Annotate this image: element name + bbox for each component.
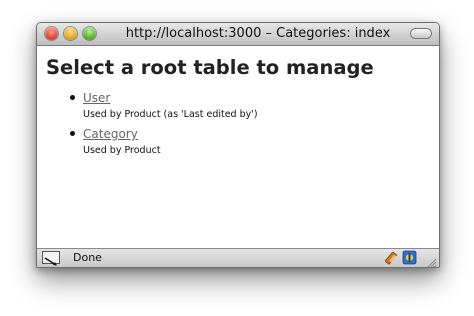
category-link[interactable]: Category [83,126,258,142]
user-link[interactable]: User [83,90,258,106]
item-description: Used by Product [83,145,161,156]
window-title: http://localhost:3000 – Categories: inde… [125,26,391,41]
network-activity-icon-graphic [44,257,57,266]
extension-icon[interactable] [402,250,417,265]
page-title: Select a root table to manage [46,56,374,79]
resize-grip-icon[interactable] [426,254,437,267]
list-item: Category Used by Product [70,126,258,158]
bullet-icon [70,95,75,100]
status-text: Done [73,251,102,264]
root-table-list: User Used by Product (as 'Last edited by… [37,90,258,162]
item-description: Used by Product (as 'Last edited by') [83,109,258,120]
bookmark-tool-icon[interactable] [384,251,399,265]
title-bar[interactable]: http://localhost:3000 – Categories: inde… [37,23,439,46]
network-activity-icon [42,251,60,266]
bullet-icon [70,131,75,136]
list-item: User Used by Product (as 'Last edited by… [70,90,258,122]
screenshot-stage: http://localhost:3000 – Categories: inde… [0,0,474,316]
status-bar: Done [37,248,439,267]
toolbar-toggle-button[interactable] [411,29,431,38]
browser-window: http://localhost:3000 – Categories: inde… [36,22,440,268]
page-content: Select a root table to manage User Used … [37,46,439,248]
